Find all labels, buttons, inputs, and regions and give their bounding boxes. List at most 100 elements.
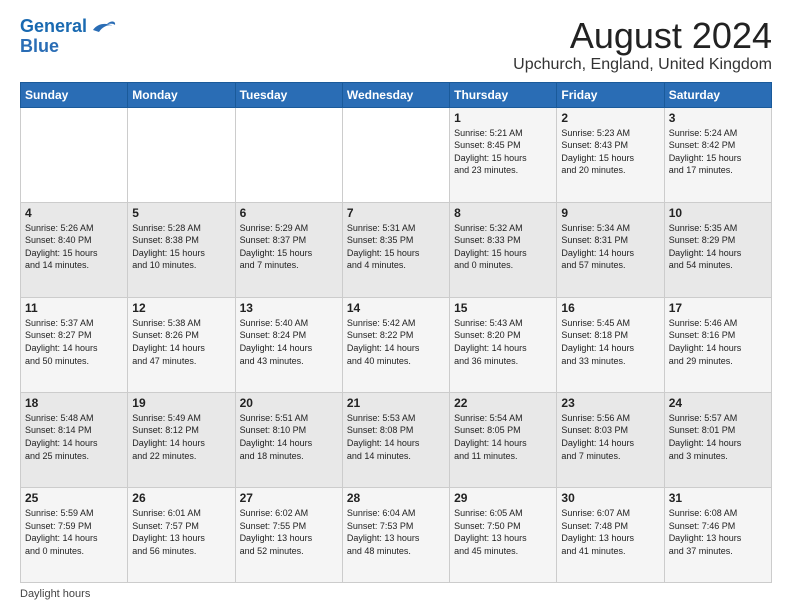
- calendar-cell-2-6: 17 Sunrise: 5:46 AM Sunset: 8:16 PM Dayli…: [664, 297, 771, 392]
- day-number: 1: [454, 111, 552, 125]
- calendar-header-saturday: Saturday: [664, 82, 771, 107]
- logo-text: General: [20, 17, 87, 37]
- day-number: 14: [347, 301, 445, 315]
- day-number: 29: [454, 491, 552, 505]
- day-info: Sunrise: 5:42 AM Sunset: 8:22 PM Dayligh…: [347, 317, 445, 367]
- calendar-cell-3-5: 23 Sunrise: 5:56 AM Sunset: 8:03 PM Dayli…: [557, 392, 664, 487]
- calendar-cell-0-4: 1 Sunrise: 5:21 AM Sunset: 8:45 PM Daylig…: [450, 107, 557, 202]
- day-info: Sunrise: 5:37 AM Sunset: 8:27 PM Dayligh…: [25, 317, 123, 367]
- day-info: Sunrise: 5:40 AM Sunset: 8:24 PM Dayligh…: [240, 317, 338, 367]
- day-number: 31: [669, 491, 767, 505]
- calendar-cell-3-4: 22 Sunrise: 5:54 AM Sunset: 8:05 PM Dayli…: [450, 392, 557, 487]
- logo-bird-icon: [89, 16, 117, 38]
- logo: General Blue: [20, 16, 117, 57]
- calendar-cell-0-1: [128, 107, 235, 202]
- day-info: Sunrise: 5:45 AM Sunset: 8:18 PM Dayligh…: [561, 317, 659, 367]
- calendar-week-3: 11Sunrise: 5:37 AM Sunset: 8:27 PM Dayli…: [21, 297, 772, 392]
- day-number: 6: [240, 206, 338, 220]
- day-info: Sunrise: 5:35 AM Sunset: 8:29 PM Dayligh…: [669, 222, 767, 272]
- day-info: Sunrise: 5:59 AM Sunset: 7:59 PM Dayligh…: [25, 507, 123, 557]
- title-block: August 2024 Upchurch, England, United Ki…: [513, 16, 772, 74]
- day-number: 13: [240, 301, 338, 315]
- day-number: 18: [25, 396, 123, 410]
- header: General Blue August 2024 Upchurch, Engla…: [20, 16, 772, 74]
- day-info: Sunrise: 5:51 AM Sunset: 8:10 PM Dayligh…: [240, 412, 338, 462]
- calendar-cell-3-1: 19 Sunrise: 5:49 AM Sunset: 8:12 PM Dayli…: [128, 392, 235, 487]
- day-info: Sunrise: 6:08 AM Sunset: 7:46 PM Dayligh…: [669, 507, 767, 557]
- day-info: Sunrise: 6:01 AM Sunset: 7:57 PM Dayligh…: [132, 507, 230, 557]
- calendar-cell-0-5: 2 Sunrise: 5:23 AM Sunset: 8:43 PM Daylig…: [557, 107, 664, 202]
- day-info: Sunrise: 5:28 AM Sunset: 8:38 PM Dayligh…: [132, 222, 230, 272]
- day-number: 19: [132, 396, 230, 410]
- calendar-cell-1-6: 10 Sunrise: 5:35 AM Sunset: 8:29 PM Dayli…: [664, 202, 771, 297]
- calendar-cell-2-4: 15Sunrise: 5:43 AM Sunset: 8:20 PM Dayli…: [450, 297, 557, 392]
- calendar-week-1: 1 Sunrise: 5:21 AM Sunset: 8:45 PM Daylig…: [21, 107, 772, 202]
- logo-blue: Blue: [20, 36, 117, 57]
- day-info: Sunrise: 5:53 AM Sunset: 8:08 PM Dayligh…: [347, 412, 445, 462]
- day-info: Sunrise: 5:23 AM Sunset: 8:43 PM Dayligh…: [561, 127, 659, 177]
- calendar-cell-1-3: 7Sunrise: 5:31 AM Sunset: 8:35 PM Daylig…: [342, 202, 449, 297]
- calendar-cell-1-0: 4 Sunrise: 5:26 AM Sunset: 8:40 PM Daylig…: [21, 202, 128, 297]
- calendar-cell-4-3: 28 Sunrise: 6:04 AM Sunset: 7:53 PM Dayli…: [342, 487, 449, 582]
- day-number: 2: [561, 111, 659, 125]
- day-number: 4: [25, 206, 123, 220]
- calendar-cell-1-5: 9Sunrise: 5:34 AM Sunset: 8:31 PM Daylig…: [557, 202, 664, 297]
- calendar-cell-2-1: 12Sunrise: 5:38 AM Sunset: 8:26 PM Dayli…: [128, 297, 235, 392]
- calendar-cell-4-0: 25Sunrise: 5:59 AM Sunset: 7:59 PM Dayli…: [21, 487, 128, 582]
- day-info: Sunrise: 5:46 AM Sunset: 8:16 PM Dayligh…: [669, 317, 767, 367]
- calendar-header-thursday: Thursday: [450, 82, 557, 107]
- calendar-cell-4-4: 29 Sunrise: 6:05 AM Sunset: 7:50 PM Dayli…: [450, 487, 557, 582]
- day-info: Sunrise: 5:54 AM Sunset: 8:05 PM Dayligh…: [454, 412, 552, 462]
- day-info: Sunrise: 5:43 AM Sunset: 8:20 PM Dayligh…: [454, 317, 552, 367]
- calendar-cell-2-0: 11Sunrise: 5:37 AM Sunset: 8:27 PM Dayli…: [21, 297, 128, 392]
- day-number: 28: [347, 491, 445, 505]
- day-number: 21: [347, 396, 445, 410]
- calendar-cell-4-1: 26 Sunrise: 6:01 AM Sunset: 7:57 PM Dayli…: [128, 487, 235, 582]
- calendar-header-friday: Friday: [557, 82, 664, 107]
- day-number: 3: [669, 111, 767, 125]
- day-info: Sunrise: 5:26 AM Sunset: 8:40 PM Dayligh…: [25, 222, 123, 272]
- calendar-header-sunday: Sunday: [21, 82, 128, 107]
- day-info: Sunrise: 5:34 AM Sunset: 8:31 PM Dayligh…: [561, 222, 659, 272]
- calendar-cell-2-5: 16 Sunrise: 5:45 AM Sunset: 8:18 PM Dayli…: [557, 297, 664, 392]
- day-number: 16: [561, 301, 659, 315]
- day-info: Sunrise: 5:24 AM Sunset: 8:42 PM Dayligh…: [669, 127, 767, 177]
- day-number: 30: [561, 491, 659, 505]
- calendar-cell-3-3: 21 Sunrise: 5:53 AM Sunset: 8:08 PM Dayli…: [342, 392, 449, 487]
- day-number: 8: [454, 206, 552, 220]
- calendar-header-tuesday: Tuesday: [235, 82, 342, 107]
- day-number: 5: [132, 206, 230, 220]
- calendar-cell-3-0: 18 Sunrise: 5:48 AM Sunset: 8:14 PM Dayli…: [21, 392, 128, 487]
- calendar-cell-2-3: 14 Sunrise: 5:42 AM Sunset: 8:22 PM Dayli…: [342, 297, 449, 392]
- calendar-cell-1-2: 6Sunrise: 5:29 AM Sunset: 8:37 PM Daylig…: [235, 202, 342, 297]
- calendar-cell-1-1: 5 Sunrise: 5:28 AM Sunset: 8:38 PM Daylig…: [128, 202, 235, 297]
- calendar-header-row: SundayMondayTuesdayWednesdayThursdayFrid…: [21, 82, 772, 107]
- day-number: 20: [240, 396, 338, 410]
- day-info: Sunrise: 5:38 AM Sunset: 8:26 PM Dayligh…: [132, 317, 230, 367]
- day-number: 22: [454, 396, 552, 410]
- calendar-week-4: 18 Sunrise: 5:48 AM Sunset: 8:14 PM Dayli…: [21, 392, 772, 487]
- day-number: 27: [240, 491, 338, 505]
- day-info: Sunrise: 6:04 AM Sunset: 7:53 PM Dayligh…: [347, 507, 445, 557]
- day-number: 26: [132, 491, 230, 505]
- calendar-cell-4-6: 31 Sunrise: 6:08 AM Sunset: 7:46 PM Dayli…: [664, 487, 771, 582]
- day-info: Sunrise: 5:49 AM Sunset: 8:12 PM Dayligh…: [132, 412, 230, 462]
- day-info: Sunrise: 6:02 AM Sunset: 7:55 PM Dayligh…: [240, 507, 338, 557]
- day-info: Sunrise: 5:21 AM Sunset: 8:45 PM Dayligh…: [454, 127, 552, 177]
- calendar-cell-0-0: [21, 107, 128, 202]
- day-info: Sunrise: 5:56 AM Sunset: 8:03 PM Dayligh…: [561, 412, 659, 462]
- calendar-cell-2-2: 13 Sunrise: 5:40 AM Sunset: 8:24 PM Dayli…: [235, 297, 342, 392]
- day-info: Sunrise: 5:32 AM Sunset: 8:33 PM Dayligh…: [454, 222, 552, 272]
- day-number: 24: [669, 396, 767, 410]
- calendar-cell-3-2: 20 Sunrise: 5:51 AM Sunset: 8:10 PM Dayli…: [235, 392, 342, 487]
- day-number: 23: [561, 396, 659, 410]
- footer-note: Daylight hours: [20, 588, 772, 600]
- calendar-cell-4-2: 27 Sunrise: 6:02 AM Sunset: 7:55 PM Dayli…: [235, 487, 342, 582]
- day-info: Sunrise: 6:05 AM Sunset: 7:50 PM Dayligh…: [454, 507, 552, 557]
- calendar-cell-1-4: 8 Sunrise: 5:32 AM Sunset: 8:33 PM Daylig…: [450, 202, 557, 297]
- calendar-cell-0-2: [235, 107, 342, 202]
- day-number: 17: [669, 301, 767, 315]
- day-number: 10: [669, 206, 767, 220]
- calendar-table: SundayMondayTuesdayWednesdayThursdayFrid…: [20, 82, 772, 583]
- day-info: Sunrise: 5:48 AM Sunset: 8:14 PM Dayligh…: [25, 412, 123, 462]
